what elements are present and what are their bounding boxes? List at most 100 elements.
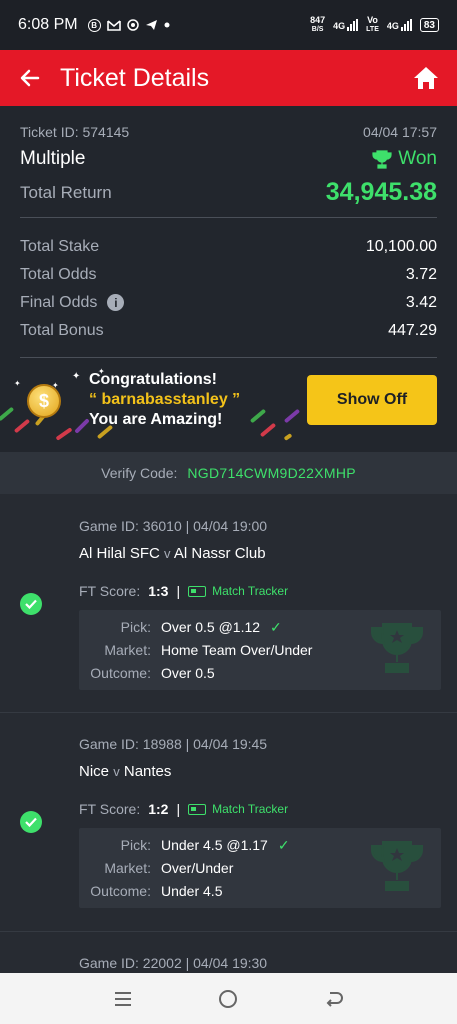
final-odds-value: 3.42 (405, 294, 437, 311)
check-icon: ✓ (270, 618, 282, 635)
status-text: Won (398, 148, 437, 169)
sparkle-icon: ✦ (14, 379, 21, 388)
match-tracker-icon (188, 803, 207, 815)
back-button[interactable] (314, 979, 354, 1019)
network-type-1: 4G (333, 21, 346, 31)
confetti (283, 408, 301, 424)
total-odds-label: Total Odds (20, 266, 97, 283)
system-nav-bar (0, 973, 457, 1024)
gmail-icon (106, 19, 121, 31)
ticket-type-row: Multiple Won (20, 148, 437, 170)
signal-1: 4G (333, 19, 359, 31)
total-stake-row: Total Stake 10,100.00 (20, 233, 437, 261)
status-badge: Won (372, 148, 437, 170)
total-bonus-row: Total Bonus 447.29 (20, 317, 437, 345)
congrats-username: “ barnabasstanley ” (89, 391, 241, 408)
confetti (74, 418, 90, 434)
home-button[interactable] (208, 979, 248, 1019)
total-return-row: Total Return 34,945.38 (20, 178, 437, 207)
volte-bottom: LTE (366, 26, 379, 33)
sparkle-icon: ✦ (72, 371, 81, 382)
separator: | (176, 583, 181, 599)
market-value: Over/Under (161, 860, 234, 876)
system-indicators: 847 B/S 4G Vo LTE 4G 83 (310, 16, 439, 34)
signal-bars-icon (347, 19, 359, 31)
market-label: Market: (104, 642, 151, 658)
clock: 6:08 PM (18, 16, 78, 33)
match-tracker-link[interactable]: Match Tracker (188, 802, 288, 816)
separator: | (176, 801, 181, 817)
game-header: Game ID: 22002 | 04/04 19:30 (79, 955, 268, 971)
total-bonus-value: 447.29 (388, 322, 437, 339)
ft-score-value: 1:2 (148, 801, 169, 817)
away-team: Nantes (123, 763, 172, 780)
check-icon: ✓ (277, 836, 290, 853)
divider (20, 217, 437, 218)
network-speed: 847 B/S (310, 16, 325, 34)
telegram-icon (145, 19, 158, 31)
game-header: Game ID: 36010 | 04/04 19:00 (79, 518, 268, 534)
congrats-text: Congratulations! “ barnabasstanley ” You… (89, 370, 240, 430)
pick-label: Pick: (120, 837, 151, 853)
volte-indicator: Vo LTE (366, 16, 379, 34)
final-odds-label-wrap: Final Odds i (20, 294, 125, 312)
back-arrow-icon[interactable] (16, 64, 44, 92)
stake-details: Total Stake 10,100.00 Total Odds 3.72 Fi… (20, 233, 437, 345)
outcome-value: Under 4.5 (161, 883, 223, 899)
verify-code-value[interactable]: NGD714CWM9D22XMHP (187, 465, 355, 481)
recent-apps-button[interactable] (103, 979, 143, 1019)
verify-code-label: Verify Code: (101, 465, 178, 481)
trophy-icon (372, 149, 392, 169)
total-return-value: 34,945.38 (325, 178, 437, 206)
pick-value-wrap: Over 0.5 @1.12 ✓ (161, 619, 282, 636)
home-team: Nice (79, 763, 110, 780)
battery-icon: 83 (419, 18, 439, 32)
match-tracker-label: Match Tracker (212, 584, 289, 598)
verify-code-bar: Verify Code: NGD714CWM9D22XMHP (0, 452, 457, 494)
signal-2: 4G (387, 19, 412, 31)
info-icon[interactable]: i (107, 294, 125, 312)
versus: v (164, 546, 171, 561)
away-team: Al Nassr Club (173, 545, 266, 562)
pick-value-wrap: Under 4.5 @1.17 ✓ (161, 837, 290, 854)
more-notifications-dot (164, 22, 170, 28)
ft-score-row: FT Score: 1:3 | Match Tracker (79, 583, 288, 599)
games-list[interactable]: Game ID: 36010 | 04/04 19:00 Al Hilal SF… (0, 494, 457, 973)
app-notification-icon: B (87, 18, 101, 32)
game-header: Game ID: 18988 | 04/04 19:45 (79, 736, 268, 752)
match-tracker-link[interactable]: Match Tracker (188, 584, 288, 598)
home-team: Al Hilal SFC (79, 545, 160, 562)
network-speed-value: 847 (310, 15, 326, 25)
won-check-icon (20, 811, 42, 833)
confetti (13, 418, 31, 434)
pick-details: Pick: Under 4.5 @1.17 ✓ Market: Over/Unde… (79, 828, 441, 908)
back-icon (326, 991, 344, 1007)
show-off-button[interactable]: Show Off (307, 375, 437, 425)
home-icon[interactable] (411, 63, 441, 93)
coin-icon: $ (27, 384, 61, 418)
network-type-2: 4G (386, 21, 399, 31)
game-teams: Nice v Nantes (79, 763, 171, 780)
confetti (249, 408, 267, 424)
bet-type: Multiple (20, 148, 86, 169)
won-check-icon (20, 593, 42, 615)
ft-score-label: FT Score: (79, 583, 141, 599)
outcome-label: Outcome: (90, 665, 151, 681)
market-label: Market: (104, 860, 151, 876)
network-speed-unit: B/S (311, 26, 324, 33)
volte-top: Vo (367, 15, 378, 25)
match-tracker-icon (188, 585, 207, 597)
ticket-id-row: Ticket ID: 574145 04/04 17:57 (20, 124, 437, 140)
confetti (55, 427, 73, 441)
ft-score-label: FT Score: (79, 801, 141, 817)
battery-level: 83 (423, 19, 435, 31)
market-value: Home Team Over/Under (161, 642, 313, 658)
versus: v (113, 764, 120, 779)
outcome-value: Over 0.5 (161, 665, 215, 681)
pick-value: Under 4.5 @1.17 (161, 836, 268, 853)
total-return-label: Total Return (20, 182, 112, 202)
confetti (283, 433, 293, 441)
total-odds-row: Total Odds 3.72 (20, 261, 437, 289)
final-odds-label: Final Odds (20, 294, 98, 311)
pick-details: Pick: Over 0.5 @1.12 ✓ Market: Home Team … (79, 610, 441, 690)
